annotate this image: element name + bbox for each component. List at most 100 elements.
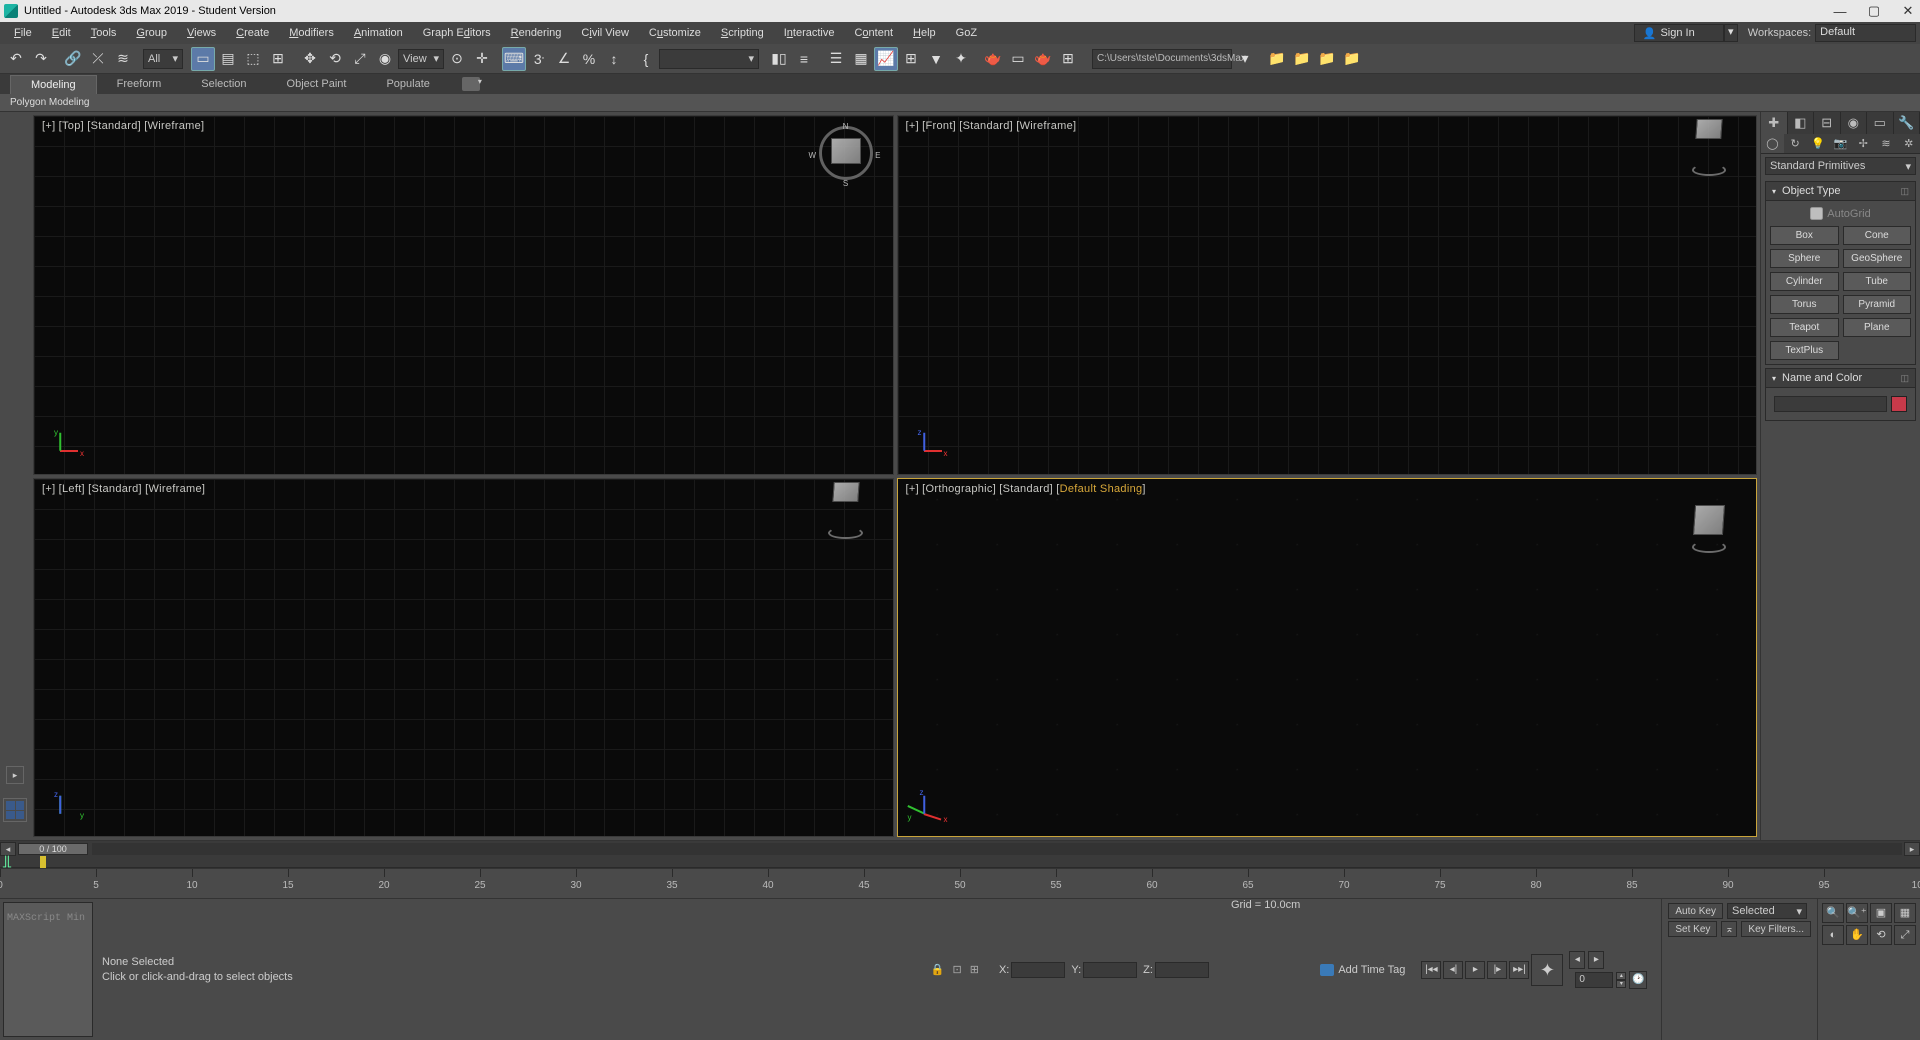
bind-spacewarp-button[interactable]: ≋ bbox=[111, 47, 135, 71]
cp-tab-motion[interactable]: ◉ bbox=[1841, 112, 1868, 134]
cp-tab-hierarchy[interactable]: ⊟ bbox=[1814, 112, 1841, 134]
menu-modifiers[interactable]: Modifiers bbox=[279, 24, 344, 42]
ribbon-panel-label[interactable]: Polygon Modeling bbox=[0, 94, 1920, 112]
named-selection-select[interactable]: ▾ bbox=[659, 49, 759, 69]
menu-edit[interactable]: Edit bbox=[42, 24, 81, 42]
menu-interactive[interactable]: Interactive bbox=[774, 24, 845, 42]
viewcube-top[interactable]: N S E W bbox=[819, 126, 873, 180]
render-setup-button[interactable]: 🫖 bbox=[981, 47, 1005, 71]
particle-view-button[interactable]: ✦ bbox=[949, 47, 973, 71]
folder-button-2[interactable]: 📁 bbox=[1290, 47, 1314, 71]
time-slider-scrollbar[interactable]: ◂ 0 / 100 ▸ bbox=[0, 840, 1920, 856]
close-button[interactable]: ✕ bbox=[1900, 3, 1916, 19]
ribbon-tab-populate[interactable]: Populate bbox=[366, 75, 449, 93]
primitive-tube-button[interactable]: Tube bbox=[1843, 272, 1912, 291]
snap-toggle-button[interactable]: 3▫ bbox=[527, 47, 551, 71]
menu-views[interactable]: Views bbox=[177, 24, 226, 42]
selection-lock-toggle-icon[interactable]: ⊞ bbox=[970, 963, 979, 976]
select-object-button[interactable]: ▭ bbox=[191, 47, 215, 71]
setkey-keys-button[interactable]: ⌅ bbox=[1721, 921, 1737, 937]
viewcube-persp[interactable] bbox=[1682, 493, 1736, 547]
primitive-box-button[interactable]: Box bbox=[1770, 226, 1839, 245]
link-button[interactable]: 🔗 bbox=[61, 47, 85, 71]
align-button[interactable]: ≡ bbox=[792, 47, 816, 71]
frame-spin-up[interactable]: ▴ bbox=[1616, 972, 1626, 980]
x-coord-input[interactable] bbox=[1011, 962, 1065, 978]
play-button[interactable]: ▸ bbox=[1465, 961, 1485, 979]
time-range-thumb[interactable]: 0 / 100 bbox=[18, 843, 88, 855]
undo-button[interactable]: ↶ bbox=[4, 47, 28, 71]
viewport-top-label[interactable]: [+] [Top] [Standard] [Wireframe] bbox=[42, 120, 204, 132]
edit-named-selection-button[interactable]: { bbox=[634, 47, 658, 71]
orbit-button[interactable]: ⟲ bbox=[1870, 925, 1892, 945]
cp-sub-helpers[interactable]: ✢ bbox=[1852, 134, 1875, 153]
select-by-name-button[interactable]: ▤ bbox=[216, 47, 240, 71]
goto-start-button[interactable]: |◂◂ bbox=[1421, 961, 1441, 979]
schematic-view-button[interactable]: ⊞ bbox=[899, 47, 923, 71]
menu-customize[interactable]: Customize bbox=[639, 24, 711, 42]
autokey-button[interactable]: Auto Key bbox=[1668, 903, 1723, 919]
cp-sub-shapes[interactable]: ↻ bbox=[1784, 134, 1807, 153]
viewport-front[interactable]: [+] [Front] [Standard] [Wireframe] z x bbox=[897, 115, 1758, 475]
layer-explorer-button[interactable]: ☰ bbox=[824, 47, 848, 71]
object-name-input[interactable] bbox=[1774, 396, 1887, 412]
menu-create[interactable]: Create bbox=[226, 24, 279, 42]
selection-filter-select[interactable]: All▾ bbox=[143, 49, 183, 69]
viewcube-front[interactable] bbox=[1682, 119, 1736, 173]
window-crossing-button[interactable]: ⊞ bbox=[266, 47, 290, 71]
prev-frame-button[interactable]: ◂| bbox=[1443, 961, 1463, 979]
menu-file[interactable]: File bbox=[4, 24, 42, 42]
lock-selection-icon[interactable]: 🔒 bbox=[931, 963, 945, 976]
viewport-top[interactable]: [+] [Top] [Standard] [Wireframe] N S E W… bbox=[33, 115, 894, 475]
ribbon-tab-selection[interactable]: Selection bbox=[181, 75, 266, 93]
time-config-button[interactable]: 🕑 bbox=[1629, 971, 1647, 989]
menu-scripting[interactable]: Scripting bbox=[711, 24, 774, 42]
menu-goz[interactable]: GoZ bbox=[946, 24, 987, 42]
primitive-cylinder-button[interactable]: Cylinder bbox=[1770, 272, 1839, 291]
frame-spin-down[interactable]: ▾ bbox=[1616, 980, 1626, 988]
primitive-torus-button[interactable]: Torus bbox=[1770, 295, 1839, 314]
key-filters-button[interactable]: Key Filters... bbox=[1741, 921, 1811, 937]
ribbon-tab-modeling[interactable]: Modeling bbox=[10, 75, 97, 94]
isolate-selection-icon[interactable]: ⊡ bbox=[953, 963, 962, 976]
maxscript-mini-listener[interactable]: MAXScript Min bbox=[3, 902, 93, 1037]
viewport-persp-label[interactable]: [+] [Orthographic] [Standard] [Default S… bbox=[906, 483, 1146, 495]
viewport-perspective[interactable]: [+] [Orthographic] [Standard] [Default S… bbox=[897, 478, 1758, 838]
menu-rendering[interactable]: Rendering bbox=[501, 24, 572, 42]
cp-sub-cameras[interactable]: 📷 bbox=[1829, 134, 1852, 153]
cp-sub-systems[interactable]: ✲ bbox=[1897, 134, 1920, 153]
viewcube-left[interactable] bbox=[819, 482, 873, 536]
cp-tab-modify[interactable]: ◧ bbox=[1788, 112, 1815, 134]
select-rotate-button[interactable]: ⟲ bbox=[323, 47, 347, 71]
z-coord-input[interactable] bbox=[1155, 962, 1209, 978]
primitive-geosphere-button[interactable]: GeoSphere bbox=[1843, 249, 1912, 268]
time-slider-track[interactable]: ⎦⎣ bbox=[0, 856, 1920, 868]
ribbon-tab-object-paint[interactable]: Object Paint bbox=[267, 75, 367, 93]
primitive-cone-button[interactable]: Cone bbox=[1843, 226, 1912, 245]
unlink-button[interactable]: ⤫ bbox=[86, 47, 110, 71]
menu-content[interactable]: Content bbox=[844, 24, 903, 42]
zoom-extents-button[interactable]: ▣ bbox=[1870, 903, 1892, 923]
key-filter-select[interactable]: Selected▾ bbox=[1727, 903, 1807, 919]
use-pivot-center-button[interactable]: ⊙ bbox=[445, 47, 469, 71]
folder-button-4[interactable]: 📁 bbox=[1340, 47, 1364, 71]
pan-button[interactable]: ✋ bbox=[1846, 925, 1868, 945]
folder-button-3[interactable]: 📁 bbox=[1315, 47, 1339, 71]
time-ruler[interactable]: 0510152025303540455055606570758085909510… bbox=[0, 868, 1920, 898]
cp-sub-geometry[interactable]: ◯ bbox=[1761, 134, 1784, 153]
select-scale-button[interactable]: ⤢ bbox=[348, 47, 372, 71]
minimize-button[interactable]: — bbox=[1832, 4, 1848, 19]
max-toggle-button[interactable]: ⤢ bbox=[1894, 925, 1916, 945]
primitive-textplus-button[interactable]: TextPlus bbox=[1770, 341, 1839, 360]
cp-tab-display[interactable]: ▭ bbox=[1867, 112, 1894, 134]
menu-graph-editors[interactable]: Graph Editors bbox=[413, 24, 501, 42]
angle-snap-button[interactable]: ∠ bbox=[552, 47, 576, 71]
field-of-view-button[interactable]: ◐ bbox=[1822, 925, 1844, 945]
current-frame-input[interactable] bbox=[1575, 972, 1613, 988]
zoom-extents-all-button[interactable]: ▦ bbox=[1894, 903, 1916, 923]
next-key-button[interactable]: ▸ bbox=[1588, 951, 1604, 969]
menu-group[interactable]: Group bbox=[126, 24, 177, 42]
material-editor-button[interactable]: ▼ bbox=[924, 47, 948, 71]
viewport-expand-toggle[interactable]: ▸ bbox=[6, 766, 24, 784]
workspaces-select[interactable]: Default bbox=[1815, 24, 1916, 42]
